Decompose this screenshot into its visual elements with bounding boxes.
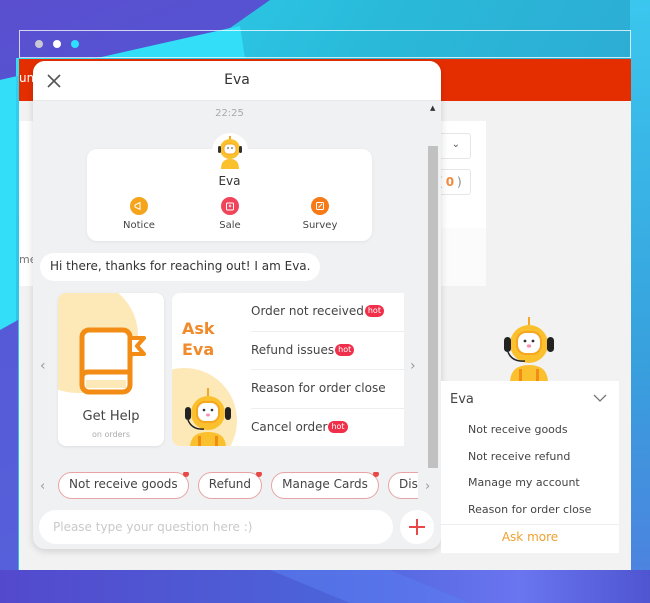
- count-close: ): [457, 175, 462, 189]
- chevron-down-icon[interactable]: [593, 394, 607, 402]
- quick-action-survey[interactable]: Survey: [285, 197, 355, 231]
- notification-dot: [182, 472, 189, 477]
- plus-icon: [409, 519, 425, 535]
- faq-item[interactable]: Order not received hot: [251, 293, 404, 332]
- suggestion-chip[interactable]: Refund: [197, 472, 263, 499]
- chip-label: Refund: [208, 477, 252, 491]
- faq-list: Order not received hot Refund issues hot R…: [251, 293, 404, 446]
- suggestion-chip[interactable]: Dispute: [388, 472, 418, 499]
- widget-question-item[interactable]: Not receive refund: [441, 446, 619, 473]
- notification-dot: [256, 472, 263, 477]
- ask-eva-title-line1: Ask: [182, 319, 215, 338]
- message-input[interactable]: [39, 510, 393, 544]
- megaphone-icon: [130, 197, 148, 215]
- carousel-next-icon[interactable]: ›: [410, 358, 416, 374]
- chip-label: Not receive goods: [69, 477, 178, 491]
- faq-label: Refund issues: [251, 342, 335, 357]
- ask-eva-title-line2: Eva: [182, 340, 215, 359]
- ask-more-button[interactable]: Ask more: [441, 530, 619, 544]
- chips-next-icon[interactable]: ›: [425, 479, 430, 494]
- message-timestamp: 22:25: [215, 108, 244, 119]
- eva-quick-widget: Eva Not receive goods Not receive refund…: [441, 381, 619, 553]
- eva-robot-icon: [185, 388, 231, 446]
- bot-name: Eva: [218, 174, 241, 188]
- faq-label: Cancel order: [251, 419, 328, 434]
- window-dot-gray[interactable]: [35, 40, 43, 48]
- widget-header[interactable]: Eva: [441, 381, 619, 417]
- window-dot-cyan[interactable]: [71, 40, 79, 48]
- widget-question-item[interactable]: Not receive goods: [441, 419, 619, 446]
- scrollbar-thumb[interactable]: [428, 146, 438, 468]
- hot-badge: hot: [335, 343, 355, 356]
- ask-eva-title: Ask Eva: [182, 318, 215, 360]
- notification-dot: [372, 472, 379, 477]
- scroll-up-arrow-icon[interactable]: ▲: [430, 104, 435, 112]
- hot-badge: hot: [364, 305, 384, 317]
- suggestion-chip[interactable]: Not receive goods: [58, 472, 189, 499]
- window-dot-white[interactable]: [53, 40, 61, 48]
- eva-launcher-robot-icon[interactable]: [499, 317, 559, 383]
- quick-action-label: Sale: [219, 220, 241, 231]
- widget-title: Eva: [450, 392, 474, 407]
- count-value: 0: [445, 175, 455, 189]
- widget-question-item[interactable]: Reason for order close: [441, 499, 619, 526]
- widget-question-list: Not receive goods Not receive refund Man…: [441, 419, 619, 525]
- get-help-subtitle: on orders: [91, 430, 130, 439]
- add-attachment-button[interactable]: [400, 510, 434, 544]
- ask-eva-card: Ask Eva Order not received hot Refund iss…: [172, 293, 404, 446]
- faq-item[interactable]: Reason for order close: [251, 370, 404, 409]
- suggestion-chip[interactable]: Manage Cards: [271, 472, 379, 499]
- chevron-down-icon: ⌄: [451, 139, 460, 150]
- header-text-fragment: un: [19, 71, 35, 85]
- quick-action-sale[interactable]: Sale: [195, 197, 265, 231]
- chat-header: Eva: [33, 61, 441, 101]
- quick-action-label: Survey: [302, 220, 338, 231]
- edit-icon: [311, 197, 329, 215]
- faq-item[interactable]: Cancel order hot: [251, 409, 404, 447]
- eva-avatar-icon: [218, 136, 242, 169]
- get-help-card[interactable]: Get Help on orders: [58, 293, 164, 446]
- faq-item[interactable]: Refund issues hot: [251, 332, 404, 370]
- chat-title: Eva: [224, 72, 250, 88]
- faq-label: Order not received: [251, 304, 364, 318]
- carousel-prev-icon[interactable]: ‹: [40, 358, 46, 374]
- divider: [441, 524, 619, 525]
- quick-action-label: Notice: [123, 220, 155, 231]
- chat-window: Eva ▲ 22:25 Eva Notice Sale Survey Hi th…: [33, 61, 441, 549]
- suggestion-chips: Not receive goods Refund Manage Cards Di…: [58, 472, 418, 500]
- get-help-title: Get Help: [82, 409, 140, 424]
- faq-label: Reason for order close: [251, 381, 386, 395]
- chip-label: Manage Cards: [282, 477, 368, 491]
- widget-question-item[interactable]: Manage my account: [441, 472, 619, 499]
- hot-badge: hot: [328, 420, 348, 433]
- bot-message-bubble: Hi there, thanks for reaching out! I am …: [40, 253, 321, 281]
- book-icon: [79, 327, 146, 395]
- chips-prev-icon[interactable]: ‹: [40, 479, 45, 494]
- bag-icon: [221, 197, 239, 215]
- browser-title-bar: [19, 30, 631, 58]
- quick-action-notice[interactable]: Notice: [104, 197, 174, 231]
- chip-label: Dispute: [399, 477, 418, 491]
